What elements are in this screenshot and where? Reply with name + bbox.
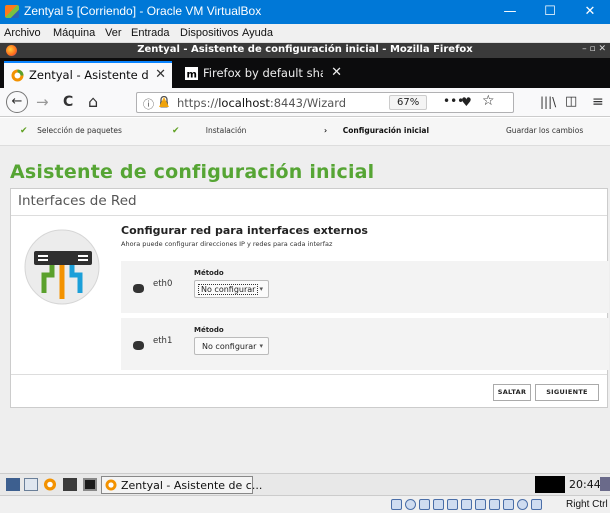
zentyal-icon [105,479,117,491]
selected-value: No configurar [202,342,257,351]
firefox-title-bar: Zentyal - Asistente de configuración ini… [0,43,610,58]
wizard-steps: ✔ Selección de paquetes ✔ Instalación › … [0,118,610,146]
maximize-button[interactable]: ☐ [530,1,570,23]
tray-user-icon[interactable] [600,477,610,491]
optical-drive-icon[interactable] [405,499,416,510]
interface-name: eth0 [153,279,173,289]
tab-strip: Zentyal - Asistente de co ✕ m Firefox by… [0,58,610,140]
close-tab-icon[interactable]: ✕ [331,65,342,80]
file-manager-icon[interactable] [24,478,38,491]
network-icon[interactable] [433,499,444,510]
virtualbox-status-bar: Right Ctrl [0,495,610,513]
menu-ayuda[interactable]: Ayuda [242,27,273,39]
menu-dispositivos[interactable]: Dispositivos [180,27,239,39]
sidebar-icon[interactable]: ◫ [565,92,577,112]
url-bar[interactable]: ⓘ https://localhost:8443/Wizard 67% ••• … [136,92,514,113]
menu-archivo[interactable]: Archivo [4,27,41,39]
card-title: Interfaces de Red [18,193,137,209]
firefox-launcher-icon[interactable] [43,478,57,491]
interface-name: eth1 [153,336,173,346]
network-interfaces-card: Interfaces de Red Configurar red para in… [10,188,609,409]
mozilla-m-icon: m [185,67,198,80]
tab-zentyal[interactable]: Zentyal - Asistente de co ✕ [4,61,172,88]
home-button[interactable]: ⌂ [88,92,98,112]
skip-button[interactable]: SALTAR [493,384,531,401]
interface-row-eth1: eth1 Método No configurar ▾ [121,318,609,370]
virtualbox-icon [5,5,19,18]
host-key-label: Right Ctrl [566,499,608,510]
firefox-window-title: Zentyal - Asistente de configuración ini… [137,44,473,55]
zoom-indicator[interactable]: 67% [389,95,428,110]
page-content: ✔ Selección de paquetes ✔ Instalación › … [0,118,610,473]
hard-disk-icon[interactable] [391,499,402,510]
reload-button[interactable]: C [63,92,73,112]
forward-button[interactable]: → [36,92,49,112]
step-1: ✔ Selección de paquetes [20,126,122,136]
tab-label: Zentyal - Asistente de co [29,68,149,82]
virtualbox-menu-bar: Archivo Máquina Ver Entrada Dispositivos… [0,24,610,43]
usb-icon[interactable] [447,499,458,510]
menu-ver[interactable]: Ver [105,27,122,39]
next-button[interactable]: SIGUIENTE [535,384,599,401]
check-icon: ✔ [20,126,28,136]
step-3: › Configuración inicial [324,126,430,135]
guest-taskbar: Zentyal - Asistente de c... 20:44 [0,473,610,495]
zentyal-icon [11,69,24,82]
close-button[interactable]: ✕ [570,1,610,23]
step-2: ✔ Instalación [172,126,247,136]
pocket-icon[interactable]: ♥ [461,95,472,109]
insecure-lock-icon[interactable] [159,96,169,108]
card-footer: SALTAR SIGUIENTE [11,374,607,409]
menu-entrada[interactable]: Entrada [131,27,170,39]
clock: 20:44 [569,478,601,491]
keyboard-capture-icon[interactable] [531,499,542,510]
virtualbox-title-bar: Zentyal 5 [Corriendo] - Oracle VM Virtua… [0,0,610,24]
site-info-icon[interactable]: ⓘ [143,96,154,112]
method-select-eth0[interactable]: No configurar ▾ [194,280,269,298]
navigation-toolbar: ← → C ⌂ ⓘ https://localhost:8443/Wizard … [0,88,610,117]
tab-label: Firefox by default shares [203,66,323,80]
tray-area [535,476,565,493]
minimize-button[interactable]: — [490,1,530,23]
window-title: Zentyal 5 [Corriendo] - Oracle VM Virtua… [24,4,262,18]
cpu-icon[interactable] [503,499,514,510]
display-icon[interactable] [475,499,486,510]
window-icon[interactable] [83,478,97,491]
page-title: Asistente de configuración inicial [10,161,375,183]
shared-folders-icon[interactable] [461,499,472,510]
method-select-eth1[interactable]: No configurar ▾ [194,337,269,355]
terminal-icon[interactable] [63,478,77,491]
method-label: Método [194,269,224,277]
mouse-integration-icon[interactable] [517,499,528,510]
section-description: Ahora puede configurar direcciones IP y … [121,240,333,248]
step-4: Guardar los cambios [506,126,584,135]
audio-icon[interactable] [419,499,430,510]
check-icon: ✔ [172,126,180,136]
arrow-right-icon: › [324,126,328,135]
menu-maquina[interactable]: Máquina [53,27,95,39]
dropdown-arrow-icon: ▾ [259,342,263,350]
video-capture-icon[interactable] [489,499,500,510]
method-label: Método [194,326,224,334]
menu-button[interactable]: ≡ [592,92,604,112]
bookmark-star-icon[interactable]: ☆ [482,93,495,109]
interface-icon [133,284,144,293]
card-header: Interfaces de Red [11,189,607,216]
firefox-window-controls[interactable]: – ▫ ✕ [582,44,606,54]
url-text[interactable]: https://localhost:8443/Wizard [177,96,346,110]
close-tab-icon[interactable]: ✕ [155,67,166,82]
network-switch-icon [24,229,100,305]
tab-firefox-privacy[interactable]: m Firefox by default shares ✕ [178,61,348,88]
back-button[interactable]: ← [6,91,28,113]
taskbar-window-button[interactable]: Zentyal - Asistente de c... [101,476,262,494]
show-desktop-icon[interactable] [6,478,20,491]
interface-icon [133,341,144,350]
dropdown-arrow-icon: ▾ [259,285,263,293]
library-icon[interactable]: |||\ [540,92,556,112]
selected-value: No configurar [197,284,259,295]
section-title: Configurar red para interfaces externos [121,224,368,237]
interface-row-eth0: eth0 Método No configurar ▾ [121,261,609,313]
svg-text:m: m [187,70,197,81]
taskbar-window-label: Zentyal - Asistente de c... [121,479,263,492]
